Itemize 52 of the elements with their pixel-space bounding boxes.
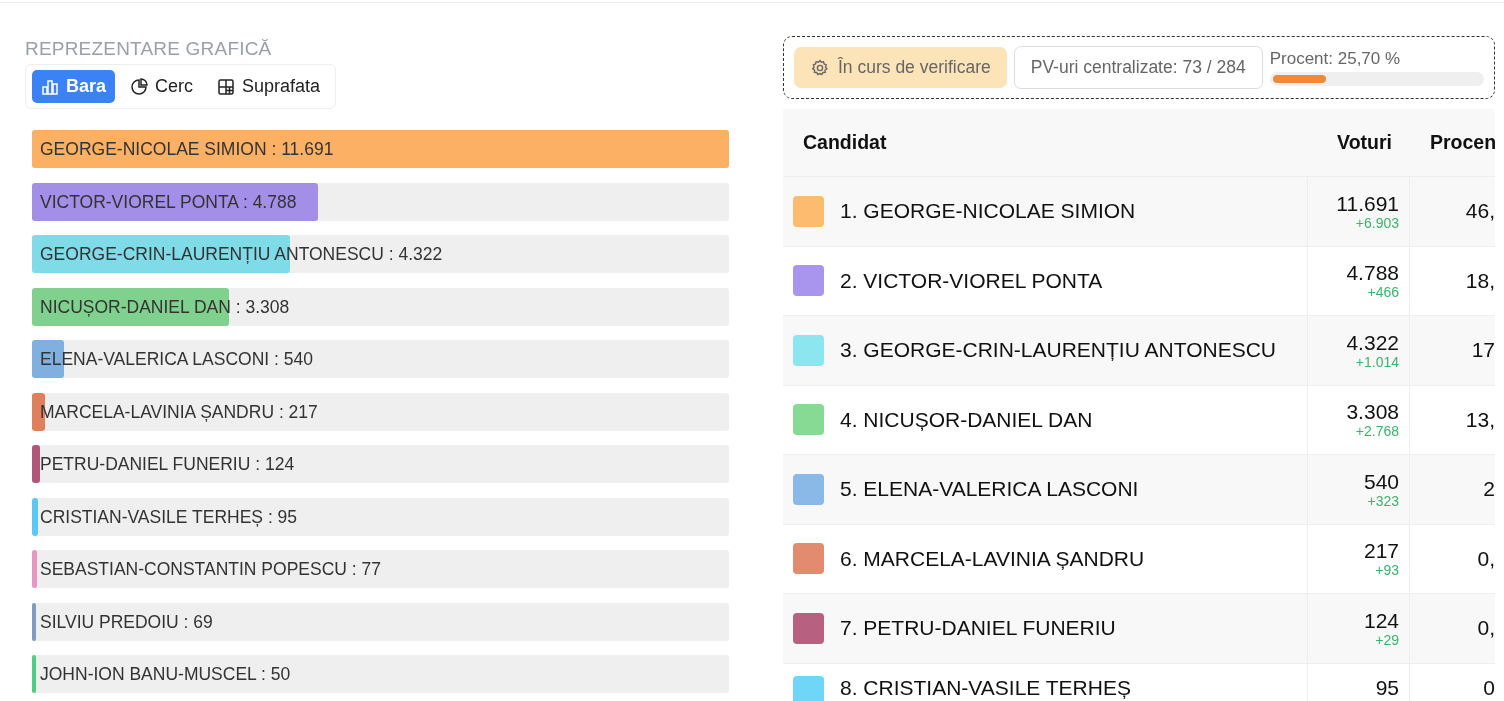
vote-count: 4.322: [1346, 330, 1399, 354]
percent-value: 0,: [1477, 546, 1495, 571]
vote-change: +466: [1367, 284, 1399, 301]
pie-chart-icon: [130, 77, 149, 96]
vote-change: +6.903: [1355, 214, 1399, 231]
candidate-name: 7. PETRU-DANIEL FUNERIU: [840, 616, 1116, 641]
candidate-name: 5. ELENA-VALERICA LASCONI: [840, 477, 1139, 502]
bar-label: PETRU-DANIEL FUNERIU : 124: [40, 453, 295, 475]
centralized-count: PV-uri centralizate: 73 / 284: [1013, 46, 1263, 89]
candidate-name: 2. VICTOR-VIOREL PONTA: [840, 268, 1103, 293]
percent-value: 13,: [1465, 407, 1495, 432]
vote-count: 4.788: [1346, 261, 1399, 285]
vote-change: +323: [1367, 492, 1399, 509]
candidate-name: 4. NICUȘOR-DANIEL DAN: [840, 407, 1093, 432]
percent-value: 0: [1483, 675, 1495, 700]
gear-icon: [810, 57, 830, 78]
bar-label: SILVIU PREDOIU : 69: [40, 611, 213, 632]
bar-label: CRISTIAN-VASILE TERHEȘ : 95: [40, 506, 298, 527]
vote-count: 11.691: [1336, 191, 1399, 215]
candidate-name: 1. GEORGE-NICOLAE SIMION: [840, 199, 1136, 224]
vote-count: 217: [1363, 539, 1399, 563]
column-header: Candidat: [802, 131, 888, 154]
vote-change: +93: [1375, 562, 1399, 579]
vote-change: +29: [1375, 631, 1399, 648]
section-title: REPREZENTARE GRAFICĂ: [25, 38, 273, 60]
column-header: Voturi: [1336, 131, 1393, 154]
percent-value: 0,: [1477, 616, 1495, 641]
status-badge: În curs de verificare: [794, 47, 1007, 88]
candidate-name: 3. GEORGE-CRIN-LAURENȚIU ANTONESCU: [840, 338, 1276, 363]
vote-count: 124: [1363, 608, 1399, 632]
chart-type-tab[interactable]: Bara: [32, 70, 116, 103]
bar-label: GEORGE-NICOLAE SIMION : 11.691: [40, 138, 334, 160]
bar-chart-icon: [41, 77, 59, 96]
chart-type-tab[interactable]: Cerc: [121, 70, 203, 103]
candidate-name: 8. CRISTIAN-VASILE TERHEȘ: [840, 675, 1131, 700]
vote-count: 540: [1363, 469, 1399, 493]
vote-count: 3.308: [1346, 400, 1399, 424]
candidate-name: 6. MARCELA-LAVINIA ȘANDRU: [840, 546, 1145, 571]
percent-value: 17: [1471, 338, 1495, 363]
column-header: Procen: [1429, 131, 1495, 154]
bar-label: JOHN-ION BANU-MUSCEL : 50: [40, 663, 291, 685]
vote-change: +1.014: [1355, 353, 1399, 370]
bar-label: VICTOR-VIOREL PONTA : 4.788: [40, 191, 297, 212]
grid-icon: [217, 77, 236, 96]
percent-label: Procent: 25,70 %: [1269, 49, 1402, 69]
vote-count: 95: [1375, 675, 1399, 699]
bar-label: SEBASTIAN-CONSTANTIN POPESCU : 77: [40, 558, 381, 580]
percent-value: 2: [1483, 477, 1495, 502]
chart-type-tab[interactable]: Suprafata: [208, 70, 330, 103]
percent-value: 18,: [1465, 268, 1495, 293]
vote-change: +2.768: [1355, 423, 1399, 440]
percent-value: 46,: [1465, 199, 1495, 224]
